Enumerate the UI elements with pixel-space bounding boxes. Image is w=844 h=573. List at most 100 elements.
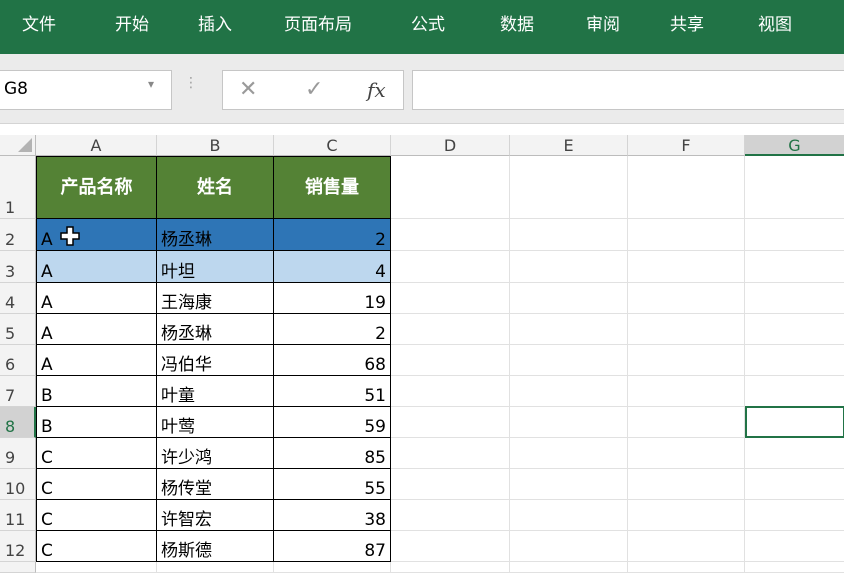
row-header[interactable]: 2 xyxy=(0,219,36,251)
grid-cell[interactable] xyxy=(391,469,510,500)
column-header-a[interactable]: A xyxy=(36,135,157,156)
grid-cell[interactable] xyxy=(628,531,745,562)
table-cell[interactable]: B xyxy=(36,376,157,407)
grid-cell[interactable] xyxy=(510,469,628,500)
grid-cell[interactable] xyxy=(510,438,628,469)
row-header[interactable]: 1 xyxy=(0,156,36,219)
grid-cell[interactable] xyxy=(391,156,510,219)
table-cell[interactable]: 68 xyxy=(274,345,391,376)
column-header-e[interactable]: E xyxy=(510,135,628,156)
tab-review[interactable]: 审阅 xyxy=(586,0,620,54)
grid-cell[interactable] xyxy=(274,562,391,573)
grid-cell[interactable] xyxy=(745,219,844,251)
grid-cell[interactable] xyxy=(510,156,628,219)
grid-cell[interactable] xyxy=(391,438,510,469)
table-cell[interactable]: A xyxy=(36,283,157,314)
table-cell[interactable]: C xyxy=(36,438,157,469)
grid-cell[interactable] xyxy=(510,283,628,314)
column-header-f[interactable]: F xyxy=(628,135,745,156)
grid-cell[interactable] xyxy=(391,376,510,407)
header-cell-sales[interactable]: 销售量 xyxy=(274,156,391,219)
formula-input[interactable] xyxy=(412,70,844,110)
grid-cell[interactable] xyxy=(745,438,844,469)
grid-cell[interactable] xyxy=(510,314,628,345)
tab-home[interactable]: 开始 xyxy=(115,0,149,54)
grid-cell[interactable] xyxy=(391,531,510,562)
chevron-down-icon[interactable]: ▾ xyxy=(148,77,154,91)
header-cell-name[interactable]: 姓名 xyxy=(157,156,274,219)
row-header[interactable]: 5 xyxy=(0,314,36,345)
grid-cell[interactable] xyxy=(391,314,510,345)
grid-cell[interactable] xyxy=(391,283,510,314)
table-cell[interactable]: 杨丞琳 xyxy=(157,219,274,251)
drag-handle-icon[interactable]: ⋮ xyxy=(184,76,198,90)
grid-cell[interactable] xyxy=(510,531,628,562)
grid-cell[interactable] xyxy=(745,314,844,345)
grid-cell[interactable] xyxy=(628,219,745,251)
table-cell[interactable]: 85 xyxy=(274,438,391,469)
grid-cell[interactable] xyxy=(36,562,157,573)
column-header-b[interactable]: B xyxy=(157,135,274,156)
grid-cell[interactable] xyxy=(628,562,745,573)
table-cell[interactable]: 许智宏 xyxy=(157,500,274,531)
grid-cell[interactable] xyxy=(157,562,274,573)
table-cell[interactable]: C xyxy=(36,500,157,531)
row-header[interactable]: 3 xyxy=(0,251,36,283)
grid-cell[interactable] xyxy=(745,531,844,562)
row-header[interactable]: 7 xyxy=(0,376,36,407)
tab-insert[interactable]: 插入 xyxy=(198,0,232,54)
table-cell[interactable]: A xyxy=(36,345,157,376)
row-header[interactable] xyxy=(0,562,36,573)
table-cell[interactable]: C xyxy=(36,531,157,562)
table-cell[interactable]: 杨传堂 xyxy=(157,469,274,500)
table-cell[interactable]: 4 xyxy=(274,251,391,283)
name-box[interactable]: G8 ▾ xyxy=(0,70,172,110)
grid-cell[interactable] xyxy=(745,251,844,283)
row-header[interactable]: 4 xyxy=(0,283,36,314)
table-cell[interactable]: A xyxy=(36,251,157,283)
tab-file[interactable]: 文件 xyxy=(22,0,56,54)
grid-cell[interactable] xyxy=(745,283,844,314)
tab-page-layout[interactable]: 页面布局 xyxy=(284,0,352,54)
grid-cell[interactable] xyxy=(510,500,628,531)
grid-cell[interactable] xyxy=(628,500,745,531)
table-cell[interactable]: C xyxy=(36,469,157,500)
table-cell[interactable]: A xyxy=(36,219,157,251)
table-cell[interactable]: 冯伯华 xyxy=(157,345,274,376)
close-icon[interactable]: ✕ xyxy=(239,77,257,102)
table-cell[interactable]: 许少鸿 xyxy=(157,438,274,469)
grid-cell[interactable] xyxy=(745,562,844,573)
table-cell[interactable]: 55 xyxy=(274,469,391,500)
active-cell-g8[interactable] xyxy=(745,406,844,438)
row-header[interactable]: 9 xyxy=(0,438,36,469)
grid-cell[interactable] xyxy=(628,314,745,345)
table-cell[interactable]: 叶童 xyxy=(157,376,274,407)
table-cell[interactable]: 19 xyxy=(274,283,391,314)
grid-cell[interactable] xyxy=(628,156,745,219)
grid-cell[interactable] xyxy=(391,345,510,376)
row-header[interactable]: 12 xyxy=(0,531,36,562)
grid-cell[interactable] xyxy=(745,345,844,376)
grid-cell[interactable] xyxy=(628,438,745,469)
grid-cell[interactable] xyxy=(628,345,745,376)
table-cell[interactable]: 51 xyxy=(274,376,391,407)
table-cell[interactable]: 王海康 xyxy=(157,283,274,314)
grid-cell[interactable] xyxy=(745,469,844,500)
column-header-d[interactable]: D xyxy=(391,135,510,156)
table-cell[interactable]: 杨丞琳 xyxy=(157,314,274,345)
grid-cell[interactable] xyxy=(510,407,628,438)
grid-cell[interactable] xyxy=(745,156,844,219)
grid-cell[interactable] xyxy=(510,345,628,376)
row-header[interactable]: 10 xyxy=(0,469,36,500)
table-cell[interactable]: 杨斯德 xyxy=(157,531,274,562)
table-cell[interactable]: B xyxy=(36,407,157,438)
grid-cell[interactable] xyxy=(391,407,510,438)
fx-icon[interactable]: fx xyxy=(367,78,386,102)
grid-cell[interactable] xyxy=(628,376,745,407)
grid-cell[interactable] xyxy=(510,219,628,251)
table-cell[interactable]: 59 xyxy=(274,407,391,438)
header-cell-product[interactable]: 产品名称 xyxy=(36,156,157,219)
table-cell[interactable]: A xyxy=(36,314,157,345)
grid-cell[interactable] xyxy=(391,251,510,283)
grid-cell[interactable] xyxy=(510,251,628,283)
